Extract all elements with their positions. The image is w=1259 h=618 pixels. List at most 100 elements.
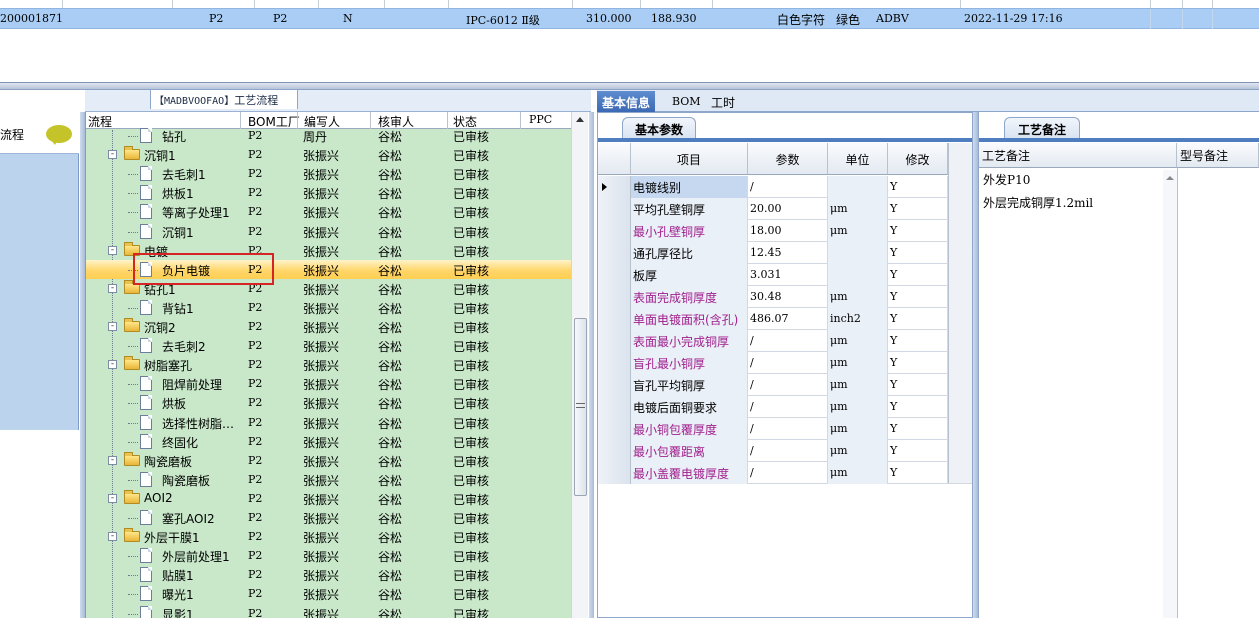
tree-row[interactable]: 去毛刺1 P2 张振兴 谷松 已审核 xyxy=(86,164,571,183)
tree-row[interactable]: 选择性树脂… P2 张振兴 谷松 已审核 xyxy=(86,413,571,432)
param-value[interactable]: / xyxy=(748,396,828,418)
scroll-thumb[interactable] xyxy=(574,318,587,496)
cell-abbr: ADBV xyxy=(876,12,909,25)
param-value[interactable]: / xyxy=(748,462,828,484)
col-ppc[interactable]: PPC xyxy=(529,113,552,126)
selected-table-row[interactable]: 200001871 P2 P2 N IPC-6012 Ⅱ级 310.000 18… xyxy=(0,8,1259,29)
param-row[interactable]: 盲孔最小铜厚 / μm Y xyxy=(598,352,972,374)
param-row[interactable]: 板厚 3.031 Y xyxy=(598,264,972,286)
nav-item-process[interactable]: 流程 xyxy=(0,112,79,154)
tree-scrollbar[interactable] xyxy=(571,112,588,618)
tree-row[interactable]: 外层前处理1 P2 张振兴 谷松 已审核 xyxy=(86,546,571,565)
param-value[interactable]: / xyxy=(748,330,828,352)
param-row[interactable]: 盲孔平均铜厚 / μm Y xyxy=(598,374,972,396)
tree-row[interactable]: 沉铜1 P2 张振兴 谷松 已审核 xyxy=(86,222,571,241)
param-row[interactable]: 通孔厚径比 12.45 Y xyxy=(598,242,972,264)
tree-row[interactable]: - 树脂塞孔 P2 张振兴 谷松 已审核 xyxy=(86,355,571,374)
col-divider xyxy=(1177,168,1178,618)
tree-row[interactable]: 终固化 P2 张振兴 谷松 已审核 xyxy=(86,432,571,451)
tree-item-author: 张振兴 xyxy=(303,454,340,469)
collapse-icon[interactable]: - xyxy=(108,150,117,160)
remarks-scrollbar[interactable] xyxy=(1163,170,1177,618)
tree-row[interactable]: 曝光1 P2 张振兴 谷松 已审核 xyxy=(86,584,571,603)
scroll-up-arrow-icon[interactable] xyxy=(1166,176,1174,180)
param-value[interactable]: / xyxy=(748,440,828,462)
row-header[interactable] xyxy=(598,264,631,286)
param-value[interactable]: 486.07 xyxy=(748,308,828,330)
param-row[interactable]: 最小铜包覆厚度 / μm Y xyxy=(598,418,972,440)
tree-row[interactable]: - 沉铜1 P2 张振兴 谷松 已审核 xyxy=(86,145,571,164)
param-value[interactable]: 20.00 xyxy=(748,198,828,220)
tree-row[interactable]: 烘板 P2 张振兴 谷松 已审核 xyxy=(86,393,571,412)
param-value[interactable]: / xyxy=(748,352,828,374)
tree-row[interactable]: - 外层干膜1 P2 张振兴 谷松 已审核 xyxy=(86,527,571,546)
row-header[interactable] xyxy=(598,242,631,264)
row-header[interactable] xyxy=(598,330,631,352)
tree-row[interactable]: 去毛刺2 P2 张振兴 谷松 已审核 xyxy=(86,336,571,355)
param-row[interactable]: 最小包覆距离 / μm Y xyxy=(598,440,972,462)
tree-row[interactable]: 塞孔AOI2 P2 张振兴 谷松 已审核 xyxy=(86,508,571,527)
tree-row[interactable]: 背钻1 P2 张振兴 谷松 已审核 xyxy=(86,298,571,317)
tree-row[interactable]: 钻孔 P2 周丹 谷松 已审核 xyxy=(86,126,571,145)
param-value[interactable]: 30.48 xyxy=(748,286,828,308)
tree-row[interactable]: 贴膜1 P2 张振兴 谷松 已审核 xyxy=(86,565,571,584)
tab-hours[interactable]: 工时 xyxy=(706,91,740,112)
param-value[interactable]: 18.00 xyxy=(748,220,828,242)
tree-row[interactable]: 显影1 P2 张振兴 谷松 已审核 xyxy=(86,604,571,618)
tab-basic-info[interactable]: 基本信息 xyxy=(597,91,656,112)
param-value[interactable]: / xyxy=(748,176,828,198)
params-scrollbar[interactable] xyxy=(948,143,972,483)
tab-bom[interactable]: BOM xyxy=(667,91,706,112)
tree-row[interactable]: - AOI2 P2 张振兴 谷松 已审核 xyxy=(86,489,571,508)
tree-row[interactable]: - 沉铜2 P2 张振兴 谷松 已审核 xyxy=(86,317,571,336)
param-value[interactable]: 3.031 xyxy=(748,264,828,286)
param-row[interactable]: 电镀线别 / Y xyxy=(598,176,972,198)
col-process-remarks[interactable]: 工艺备注 xyxy=(979,143,1177,168)
row-header[interactable] xyxy=(598,198,631,220)
grid-line xyxy=(318,0,319,8)
row-header[interactable] xyxy=(598,374,631,396)
collapse-icon[interactable]: - xyxy=(108,322,117,331)
param-row[interactable]: 平均孔壁铜厚 20.00 μm Y xyxy=(598,198,972,220)
middle-splitter[interactable] xyxy=(589,112,594,618)
row-header[interactable] xyxy=(598,286,631,308)
param-value[interactable]: / xyxy=(748,374,828,396)
tab-basic-params[interactable]: 基本参数 xyxy=(622,117,696,139)
col-model-remarks[interactable]: 型号备注 xyxy=(1177,143,1259,168)
row-header[interactable] xyxy=(598,462,631,484)
row-header[interactable] xyxy=(598,352,631,374)
tree-item-author: 张振兴 xyxy=(303,168,340,183)
collapse-icon[interactable]: - xyxy=(108,360,117,370)
collapse-icon[interactable]: - xyxy=(108,532,117,542)
param-row[interactable]: 电镀后面铜要求 / μm Y xyxy=(598,396,972,418)
col-item[interactable]: 项目 xyxy=(631,143,748,175)
tree-row[interactable]: 等离子处理1 P2 张振兴 谷松 已审核 xyxy=(86,202,571,221)
col-unit[interactable]: 单位 xyxy=(828,143,888,175)
row-header[interactable] xyxy=(598,220,631,242)
scroll-up-arrow-icon[interactable] xyxy=(576,117,584,122)
collapse-icon[interactable]: - xyxy=(108,455,117,465)
param-value[interactable]: 12.45 xyxy=(748,242,828,264)
param-value[interactable]: / xyxy=(748,418,828,440)
process-tab[interactable]: 【MADBVOOFAO】工艺流程 xyxy=(150,89,298,109)
param-row[interactable]: 最小孔壁铜厚 18.00 μm Y xyxy=(598,220,972,242)
tab-process-remarks[interactable]: 工艺备注 xyxy=(1004,117,1080,139)
row-header[interactable] xyxy=(598,308,631,330)
collapse-icon[interactable]: - xyxy=(108,245,117,255)
param-row[interactable]: 表面完成铜厚度 30.48 μm Y xyxy=(598,286,972,308)
collapse-icon[interactable]: - xyxy=(108,493,117,503)
row-header[interactable] xyxy=(598,440,631,462)
collapse-icon[interactable]: - xyxy=(108,283,117,293)
row-header[interactable] xyxy=(598,396,631,418)
tree-row[interactable]: 阻焊前处理 P2 张振兴 谷松 已审核 xyxy=(86,374,571,393)
col-param[interactable]: 参数 xyxy=(748,143,828,175)
row-header[interactable] xyxy=(598,176,631,198)
row-header[interactable] xyxy=(598,418,631,440)
param-row[interactable]: 表面最小完成铜厚 / μm Y xyxy=(598,330,972,352)
tree-row[interactable]: 陶瓷磨板 P2 张振兴 谷松 已审核 xyxy=(86,470,571,489)
tree-row[interactable]: 烘板1 P2 张振兴 谷松 已审核 xyxy=(86,183,571,202)
tree-row[interactable]: - 陶瓷磨板 P2 张振兴 谷松 已审核 xyxy=(86,451,571,470)
param-row[interactable]: 单面电镀面积(含孔) 486.07 inch2 Y xyxy=(598,308,972,330)
col-modify[interactable]: 修改 xyxy=(888,143,948,175)
param-row[interactable]: 最小盖覆电镀厚度 / μm Y xyxy=(598,462,972,484)
